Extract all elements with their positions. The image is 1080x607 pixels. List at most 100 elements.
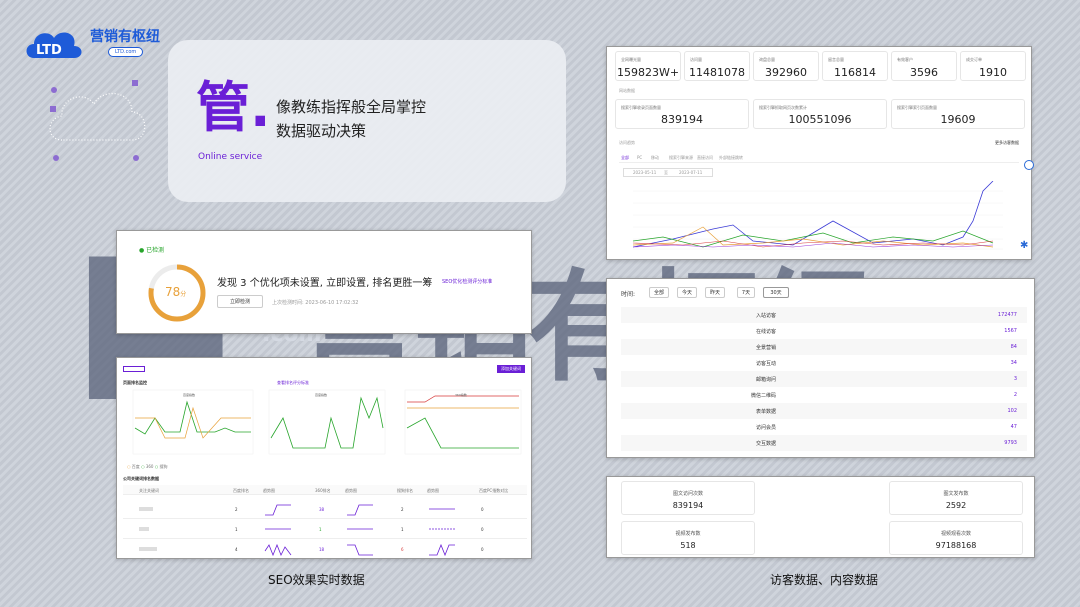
- table-row[interactable]: 1 1 1 0: [123, 519, 527, 539]
- visitor-row: 邮箱询问 3: [621, 371, 1027, 387]
- stat-value: 19609: [940, 113, 976, 126]
- side-star-icon[interactable]: ✱: [1020, 240, 1028, 251]
- visitor-row: 访问会员 47: [621, 419, 1027, 435]
- hero-subtitle: Online service: [198, 152, 263, 162]
- stat-card: 留言总量 116814: [822, 51, 888, 81]
- seo-check-panel: ● 已检测 78分 发现 3 个优化项未设置, 立即设置, 排名更胜一筹 SEO…: [116, 230, 532, 334]
- stat-card: 搜索引擎索引页面数量 19609: [891, 99, 1025, 129]
- stat-card: 有效客户 3596: [891, 51, 957, 81]
- content-panel: 图文访问次数 839194 图文发布数 2592 视频发布数 518 视频观看次数 97…: [606, 476, 1035, 558]
- sogou-rank: 2: [401, 507, 404, 512]
- stat-card: 全网曝光量 159823W+: [615, 51, 681, 81]
- index-compare: 0: [481, 507, 484, 512]
- col-header: 百度PC指数对比: [479, 488, 509, 493]
- hero-line-2: 数据驱动决策: [276, 122, 367, 140]
- table-row[interactable]: 2 38 2 0: [123, 499, 527, 519]
- col-header: 百度排名: [233, 488, 249, 493]
- content-label: 图文访问次数: [672, 491, 703, 497]
- check-message: 发现 3 个优化项未设置, 立即设置, 排名更胜一筹: [217, 278, 433, 289]
- range-30days-button[interactable]: 30天: [763, 287, 789, 298]
- col-header: 搜狗排名: [397, 488, 413, 493]
- index-compare: 0: [481, 527, 484, 532]
- section-title: 访问趋势: [619, 140, 635, 145]
- 360-rank: 38: [319, 507, 325, 512]
- col-header: 趋势图: [427, 488, 439, 493]
- brand-badge: LTD.com: [108, 47, 144, 57]
- row-label: 访客互动: [755, 361, 776, 367]
- chart-legend: ○ 百度 ○ 360 ○ 搜狗: [127, 464, 168, 469]
- stat-card: 询盘总量 392960: [753, 51, 819, 81]
- trend-sparkline: [265, 528, 291, 530]
- row-value: 102: [1007, 408, 1017, 414]
- baidu-rank: 2: [235, 507, 238, 512]
- ranking-charts: 百度指数 百度指数 360指数: [132, 389, 522, 455]
- col-header: 趋势图: [345, 488, 357, 493]
- visitor-row: 在线访客 1567: [621, 323, 1027, 339]
- row-value: 9793: [1004, 440, 1017, 446]
- visitor-row: 访客互动 34: [621, 355, 1027, 371]
- tab-external[interactable]: 外部链接跳转: [719, 155, 743, 161]
- hero-card: 管. Online service 像教练指挥般全局掌控 数据驱动决策: [168, 40, 566, 202]
- stat-label: 询盘总量: [759, 57, 775, 62]
- more-visitor-link[interactable]: 更多访客数据: [995, 140, 1019, 146]
- tab-all[interactable]: 全部: [621, 155, 629, 161]
- caption-left: SEO效果实时数据: [268, 573, 365, 587]
- check-status-text: 已检测: [146, 247, 165, 254]
- check-status: ● 已检测: [139, 245, 164, 254]
- ranking-standard-link[interactable]: 查看排名评分标准: [277, 380, 309, 386]
- row-label: 表单数据: [755, 409, 776, 415]
- stat-card: 成交订单 1910: [960, 51, 1026, 81]
- tab-pc[interactable]: PC: [637, 155, 642, 160]
- visitor-row: 交互数据 9793: [621, 435, 1027, 451]
- row-label: 在线访客: [755, 329, 776, 335]
- ranking-title: 页面排名监控: [123, 380, 147, 385]
- range-7days-button[interactable]: 7天: [737, 287, 755, 298]
- trend-sparkline: [429, 528, 455, 530]
- chart-title: 百度指数: [183, 392, 195, 397]
- tab-direct[interactable]: 直接访问: [697, 155, 713, 161]
- tab-search[interactable]: 搜索引擎来源: [669, 155, 693, 161]
- trend-sparkline: [429, 508, 455, 510]
- hero-title: 管.: [196, 76, 271, 139]
- section-title: 网站数据: [619, 88, 635, 93]
- stat-label: 有效客户: [897, 57, 913, 62]
- keyword-table-title: 公司关键词排名数据: [123, 476, 159, 481]
- row-value: 3: [1013, 376, 1017, 382]
- check-now-button[interactable]: 立即检测: [217, 295, 263, 308]
- 360-rank: 1: [319, 527, 322, 532]
- filter-box[interactable]: [123, 366, 145, 372]
- content-value: 839194: [672, 501, 704, 510]
- content-label: 图文发布数: [943, 491, 969, 497]
- side-tool-icon[interactable]: [1024, 160, 1034, 170]
- stat-value: 392960: [765, 66, 807, 79]
- content-card: 视频观看次数 97188168: [889, 521, 1023, 555]
- range-yesterday-button[interactable]: 昨天: [705, 287, 725, 298]
- logo-mark: LTD: [36, 43, 62, 58]
- content-value: 97188168: [935, 541, 977, 550]
- add-keyword-button[interactable]: 添加关键词: [497, 365, 525, 373]
- sogou-rank: 1: [401, 527, 404, 532]
- row-label: 入站访客: [755, 313, 776, 319]
- col-header: 360排名: [315, 488, 331, 493]
- range-all-button[interactable]: 全部: [649, 287, 669, 298]
- range-today-button[interactable]: 今天: [677, 287, 697, 298]
- stat-value: 839194: [661, 113, 703, 126]
- logo: LTD 营销有枢纽 LTD.com: [20, 20, 190, 60]
- date-range-picker[interactable]: 2023-05-11 至 2023-07-11: [623, 168, 713, 177]
- stat-label: 搜索引擎抓取网页次数累计: [759, 105, 807, 110]
- seo-standard-link[interactable]: SEO优化检测评分标准: [442, 278, 492, 285]
- row-value: 47: [1010, 424, 1017, 430]
- baidu-rank: 4: [235, 547, 238, 552]
- tab-mobile[interactable]: 移动: [651, 155, 659, 161]
- row-label: 全景营销: [755, 345, 776, 351]
- row-label: 访问会员: [755, 425, 776, 431]
- table-row[interactable]: 4 18 6 0: [123, 539, 527, 559]
- stat-label: 全网曝光量: [621, 57, 641, 62]
- stat-card: 搜索引擎收录页面数量 839194: [615, 99, 749, 129]
- row-value: 1567: [1004, 328, 1017, 334]
- baidu-rank: 1: [235, 527, 238, 532]
- row-value: 172477: [997, 312, 1017, 318]
- stat-value: 3596: [910, 66, 938, 79]
- sogou-rank: 6: [401, 547, 404, 552]
- trend-sparkline: [429, 543, 455, 557]
